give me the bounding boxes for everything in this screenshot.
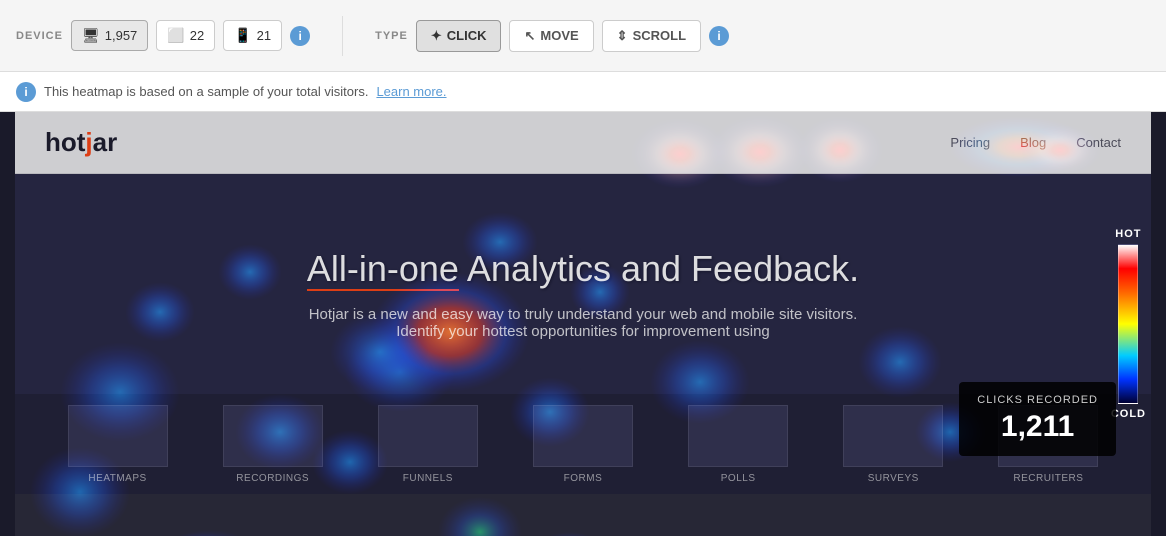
toolbar-divider	[342, 16, 343, 56]
feature-polls-thumb	[688, 405, 788, 467]
site-nav-links: Pricing Blog Contact	[950, 135, 1121, 150]
desktop-icon: 🖥	[82, 27, 100, 44]
clicks-recorded-label: CLICKS RECORDED	[977, 394, 1098, 406]
site-nav: hotjar Pricing Blog Contact	[15, 112, 1151, 174]
move-icon: ↖	[524, 28, 535, 44]
nav-contact: Contact	[1076, 135, 1121, 150]
device-tablet-button[interactable]: ⬜ 22	[156, 20, 215, 51]
device-info-icon[interactable]: i	[290, 26, 310, 46]
legend-bar	[1118, 244, 1138, 404]
feature-recruiters-label: RECRUITERS	[1013, 473, 1083, 484]
device-mobile-button[interactable]: 📱 21	[223, 20, 282, 51]
feature-heatmaps: HEATMAPS	[63, 405, 173, 484]
legend-hot-label: HOT	[1115, 228, 1141, 240]
heatmap-container: hotjar Pricing Blog Contact All-in-one A…	[0, 112, 1166, 536]
feature-surveys-label: SURVEYS	[868, 473, 919, 484]
type-section: TYPE ✦ CLICK ↖ MOVE ⇕ SCROLL i	[375, 20, 729, 52]
device-label: DEVICE	[16, 30, 63, 42]
tablet-count: 22	[190, 28, 204, 43]
feature-heatmaps-thumb	[68, 405, 168, 467]
feature-forms-thumb	[533, 405, 633, 467]
feature-forms: FORMS	[528, 405, 638, 484]
feature-polls: POLLS	[683, 405, 793, 484]
type-scroll-button[interactable]: ⇕ SCROLL	[602, 20, 701, 52]
learn-more-link[interactable]: Learn more.	[376, 84, 446, 99]
click-icon: ✦	[431, 28, 442, 44]
info-bar-text: This heatmap is based on a sample of you…	[44, 84, 368, 99]
device-desktop-button[interactable]: 🖥 1,957	[71, 20, 148, 51]
feature-surveys: SURVEYS	[838, 405, 948, 484]
site-logo: hotjar	[45, 127, 117, 158]
tablet-icon: ⬜	[167, 27, 184, 44]
nav-blog: Blog	[1020, 135, 1046, 150]
clicks-recorded-value: 1,211	[977, 410, 1098, 444]
heatmap-legend: HOT COLD	[1111, 228, 1146, 420]
site-hero: All-in-one Analytics and Feedback. Hotja…	[15, 174, 1151, 394]
type-move-button[interactable]: ↖ MOVE	[509, 20, 593, 52]
clicks-recorded-box: CLICKS RECORDED 1,211	[959, 382, 1116, 456]
logo-accent: j	[85, 127, 92, 157]
mobile-count: 21	[257, 28, 271, 43]
info-bar-icon: i	[16, 82, 36, 102]
website-mockup: hotjar Pricing Blog Contact All-in-one A…	[15, 112, 1151, 536]
feature-recordings-thumb	[223, 405, 323, 467]
nav-pricing: Pricing	[950, 135, 990, 150]
info-bar: i This heatmap is based on a sample of y…	[0, 72, 1166, 112]
type-label: TYPE	[375, 30, 408, 42]
hero-text: Hotjar is a new and easy way to truly un…	[293, 306, 873, 340]
legend-cold-label: COLD	[1111, 408, 1146, 420]
toolbar: DEVICE 🖥 1,957 ⬜ 22 📱 21 i TYPE ✦ CLICK …	[0, 0, 1166, 72]
move-label: MOVE	[540, 28, 578, 43]
type-click-button[interactable]: ✦ CLICK	[416, 20, 502, 52]
feature-recordings-label: RECORDINGS	[236, 473, 309, 484]
feature-funnels: FUNNELS	[373, 405, 483, 484]
type-info-icon[interactable]: i	[709, 26, 729, 46]
feature-heatmaps-label: HEATMAPS	[88, 473, 146, 484]
mobile-icon: 📱	[234, 27, 251, 44]
feature-funnels-thumb	[378, 405, 478, 467]
scroll-icon: ⇕	[617, 28, 628, 44]
feature-funnels-label: FUNNELS	[403, 473, 453, 484]
feature-recordings: RECORDINGS	[218, 405, 328, 484]
feature-forms-label: FORMS	[564, 473, 603, 484]
feature-surveys-thumb	[843, 405, 943, 467]
hero-title: All-in-one Analytics and Feedback.	[307, 248, 859, 290]
feature-polls-label: POLLS	[721, 473, 756, 484]
device-section: DEVICE 🖥 1,957 ⬜ 22 📱 21 i	[16, 20, 310, 51]
click-label: CLICK	[447, 28, 487, 43]
desktop-count: 1,957	[105, 28, 138, 43]
scroll-label: SCROLL	[633, 28, 686, 43]
